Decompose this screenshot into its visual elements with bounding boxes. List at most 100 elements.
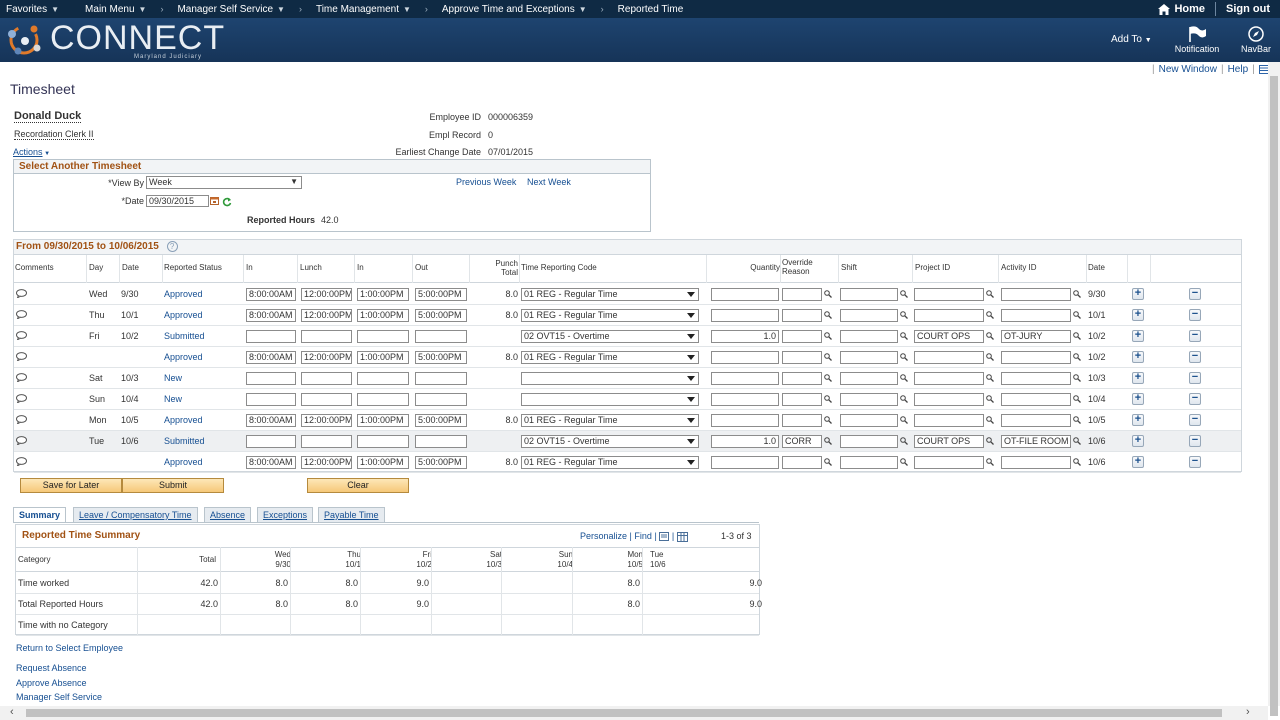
lunch-time-input[interactable]: 12:00:00PM bbox=[301, 456, 352, 469]
lunch-time-input[interactable]: 12:00:00PM bbox=[301, 351, 352, 364]
status-link[interactable]: New bbox=[164, 394, 182, 404]
favorites-menu[interactable]: Favorites ▼ bbox=[0, 0, 65, 18]
search-icon[interactable] bbox=[1073, 332, 1081, 340]
shift-input[interactable] bbox=[840, 372, 898, 385]
project-id-input[interactable] bbox=[914, 393, 984, 406]
in-time-input[interactable] bbox=[246, 393, 296, 406]
out-time-input[interactable]: 5:00:00PM bbox=[415, 351, 467, 364]
home-link[interactable]: Home bbox=[1148, 3, 1215, 15]
new-window-link[interactable]: New Window bbox=[1159, 64, 1217, 75]
refresh-icon[interactable] bbox=[222, 197, 232, 207]
search-icon[interactable] bbox=[986, 290, 994, 298]
horizontal-scrollbar[interactable]: ‹ › bbox=[0, 706, 1268, 720]
out-time-input[interactable]: 5:00:00PM bbox=[415, 456, 467, 469]
project-id-input[interactable] bbox=[914, 309, 984, 322]
search-icon[interactable] bbox=[824, 395, 832, 403]
search-icon[interactable] bbox=[986, 416, 994, 424]
search-icon[interactable] bbox=[824, 353, 832, 361]
search-icon[interactable] bbox=[824, 311, 832, 319]
time-reporting-code-select[interactable]: 01 REG - Regular Time bbox=[521, 288, 699, 301]
override-reason-input[interactable] bbox=[782, 414, 822, 427]
time-reporting-code-select[interactable]: 01 REG - Regular Time bbox=[521, 309, 699, 322]
activity-id-input[interactable] bbox=[1001, 288, 1071, 301]
override-reason-input[interactable] bbox=[782, 393, 822, 406]
time-reporting-code-select[interactable] bbox=[521, 372, 699, 385]
quantity-input[interactable] bbox=[711, 414, 779, 427]
lunch-time-input[interactable]: 12:00:00PM bbox=[301, 309, 352, 322]
time-reporting-code-select[interactable]: 02 OVT15 - Overtime bbox=[521, 435, 699, 448]
search-icon[interactable] bbox=[986, 458, 994, 466]
save-for-later-button[interactable]: Save for Later bbox=[20, 478, 122, 493]
search-icon[interactable] bbox=[1073, 311, 1081, 319]
search-icon[interactable] bbox=[824, 458, 832, 466]
override-reason-input[interactable] bbox=[782, 288, 822, 301]
out-time-input[interactable] bbox=[415, 330, 467, 343]
shift-input[interactable] bbox=[840, 414, 898, 427]
in-time-2-input[interactable] bbox=[357, 435, 409, 448]
shift-input[interactable] bbox=[840, 330, 898, 343]
delete-row-button[interactable]: − bbox=[1189, 351, 1201, 363]
in-time-2-input[interactable] bbox=[357, 393, 409, 406]
status-link[interactable]: Approved bbox=[164, 415, 203, 425]
search-icon[interactable] bbox=[900, 353, 908, 361]
override-reason-input[interactable] bbox=[782, 309, 822, 322]
shift-input[interactable] bbox=[840, 288, 898, 301]
actions-menu[interactable]: Actions ▼ bbox=[13, 147, 50, 157]
search-icon[interactable] bbox=[824, 332, 832, 340]
quantity-input[interactable] bbox=[711, 372, 779, 385]
in-time-input[interactable]: 8:00:00AM bbox=[246, 414, 296, 427]
override-reason-input[interactable] bbox=[782, 372, 822, 385]
personalize-link[interactable]: Personalize bbox=[580, 531, 627, 541]
in-time-input[interactable] bbox=[246, 330, 296, 343]
scroll-left-icon[interactable]: ‹ bbox=[10, 706, 14, 718]
activity-id-input[interactable]: OT-FILE ROOM bbox=[1001, 435, 1071, 448]
status-link[interactable]: New bbox=[164, 373, 182, 383]
shift-input[interactable] bbox=[840, 393, 898, 406]
search-icon[interactable] bbox=[824, 290, 832, 298]
project-id-input[interactable] bbox=[914, 372, 984, 385]
quantity-input[interactable] bbox=[711, 456, 779, 469]
search-icon[interactable] bbox=[986, 311, 994, 319]
return-to-select-employee-link[interactable]: Return to Select Employee bbox=[16, 643, 123, 653]
search-icon[interactable] bbox=[900, 311, 908, 319]
comment-icon[interactable] bbox=[16, 373, 27, 382]
override-reason-input[interactable] bbox=[782, 330, 822, 343]
override-reason-input[interactable]: CORR bbox=[782, 435, 822, 448]
override-reason-input[interactable] bbox=[782, 351, 822, 364]
project-id-input[interactable] bbox=[914, 456, 984, 469]
download-icon[interactable] bbox=[676, 531, 688, 542]
add-row-button[interactable]: + bbox=[1132, 288, 1144, 300]
out-time-input[interactable] bbox=[415, 393, 467, 406]
delete-row-button[interactable]: − bbox=[1189, 393, 1201, 405]
activity-id-input[interactable] bbox=[1001, 351, 1071, 364]
search-icon[interactable] bbox=[1073, 353, 1081, 361]
search-icon[interactable] bbox=[824, 374, 832, 382]
scrollbar-thumb[interactable] bbox=[1270, 76, 1278, 716]
add-row-button[interactable]: + bbox=[1132, 351, 1144, 363]
shift-input[interactable] bbox=[840, 456, 898, 469]
search-icon[interactable] bbox=[900, 437, 908, 445]
find-link[interactable]: Find bbox=[634, 531, 652, 541]
out-time-input[interactable] bbox=[415, 372, 467, 385]
add-row-button[interactable]: + bbox=[1132, 393, 1144, 405]
shift-input[interactable] bbox=[840, 351, 898, 364]
add-to-menu[interactable]: Add To ▼ bbox=[1111, 34, 1152, 45]
quantity-input[interactable]: 1.0 bbox=[711, 330, 779, 343]
out-time-input[interactable]: 5:00:00PM bbox=[415, 309, 467, 322]
quantity-input[interactable] bbox=[711, 309, 779, 322]
time-reporting-code-select[interactable]: 01 REG - Regular Time bbox=[521, 351, 699, 364]
in-time-2-input[interactable]: 1:00:00PM bbox=[357, 456, 409, 469]
out-time-input[interactable] bbox=[415, 435, 467, 448]
main-menu[interactable]: Main Menu ▼ bbox=[79, 0, 152, 18]
add-row-button[interactable]: + bbox=[1132, 456, 1144, 468]
search-icon[interactable] bbox=[1073, 437, 1081, 445]
tab-summary[interactable]: Summary bbox=[13, 507, 67, 522]
activity-id-input[interactable] bbox=[1001, 393, 1071, 406]
scroll-right-icon[interactable]: › bbox=[1246, 706, 1250, 718]
breadcrumb-time-management[interactable]: Time Management ▼ bbox=[310, 0, 417, 18]
comment-icon[interactable] bbox=[16, 352, 27, 361]
delete-row-button[interactable]: − bbox=[1189, 414, 1201, 426]
project-id-input[interactable] bbox=[914, 288, 984, 301]
activity-id-input[interactable] bbox=[1001, 372, 1071, 385]
search-icon[interactable] bbox=[1073, 290, 1081, 298]
